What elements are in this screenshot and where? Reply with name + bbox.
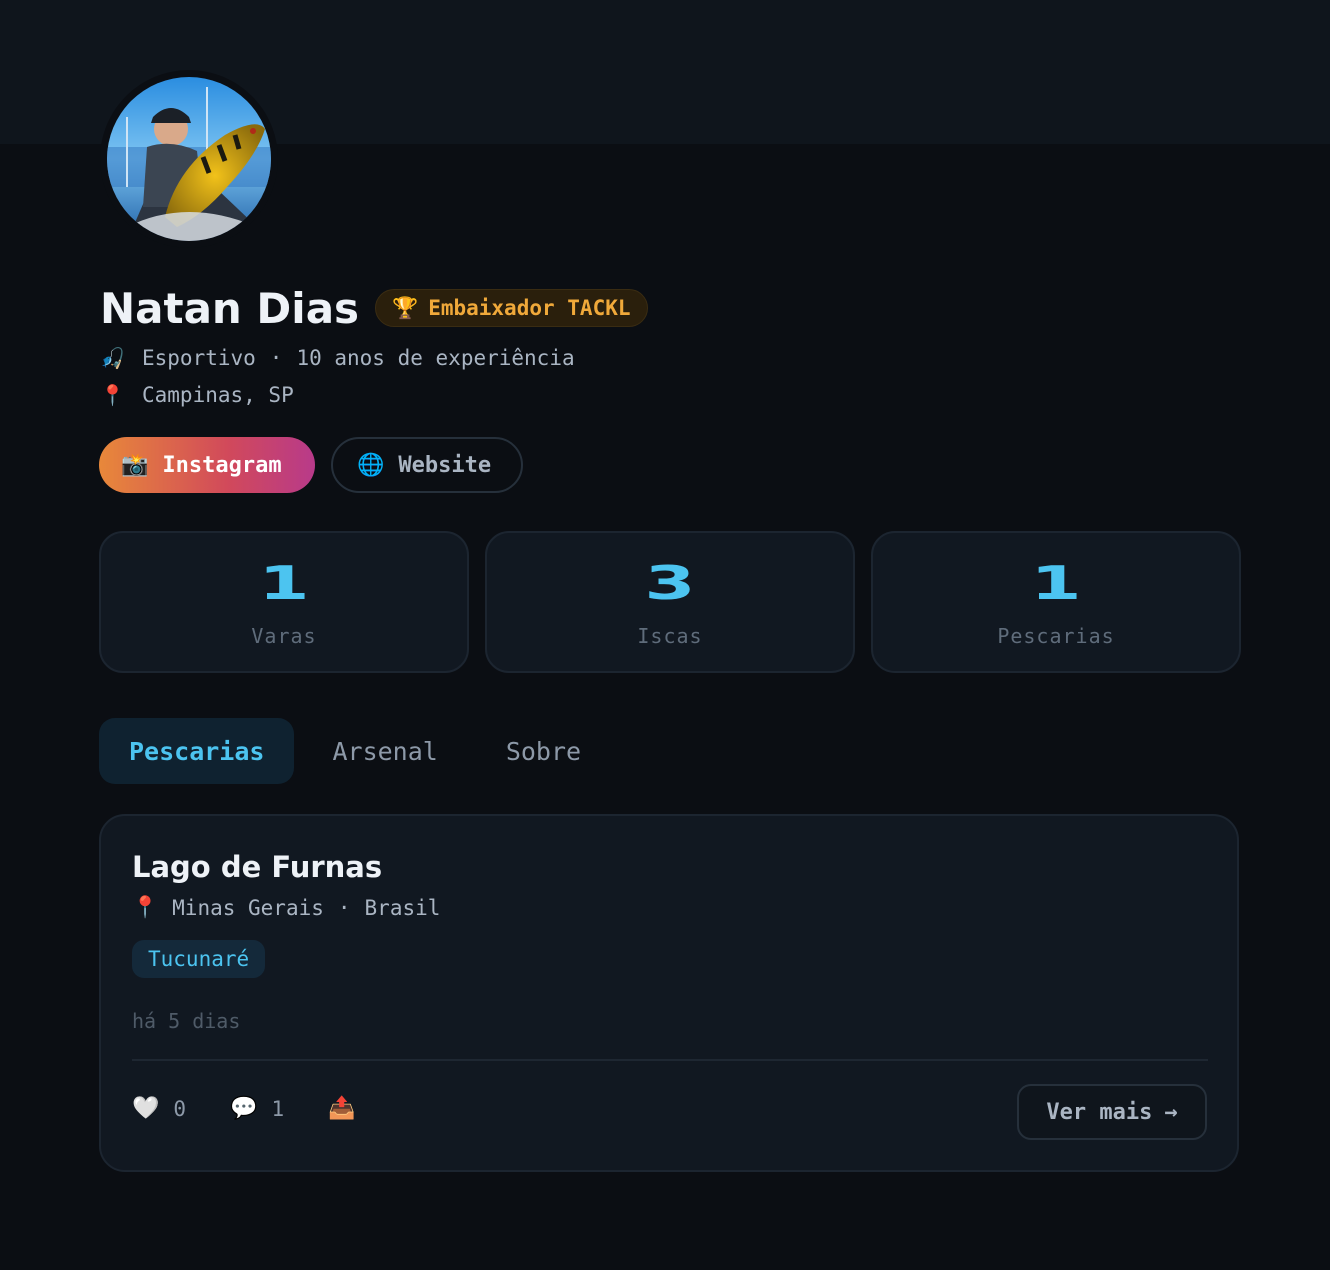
- ambassador-badge: 🏆 Embaixador TACKL: [375, 289, 648, 327]
- stats-row: 1 Varas 3 Iscas 1 Pescarias: [99, 531, 1241, 673]
- stat-label: Iscas: [637, 624, 703, 648]
- stat-card-varas[interactable]: 1 Varas: [99, 531, 469, 673]
- post-country: Brasil: [364, 895, 441, 920]
- profile-location-row: 📍 Campinas, SP: [100, 383, 294, 407]
- post-actions: 🤍 0 💬 1 📤: [132, 1096, 356, 1121]
- stat-value: 3: [644, 556, 696, 610]
- trophy-icon: 🏆: [392, 295, 419, 320]
- likes-count: 0: [173, 1096, 187, 1121]
- stat-label: Varas: [251, 624, 317, 648]
- camera-icon: 📸: [121, 452, 149, 478]
- post-region: Minas Gerais: [172, 895, 324, 920]
- website-button[interactable]: 🌐 Website: [331, 437, 523, 493]
- globe-icon: 🌐: [357, 452, 385, 478]
- profile-style-row: 🎣 Esportivo · 10 anos de experiência: [100, 346, 575, 370]
- website-label: Website: [398, 452, 492, 478]
- profile-header: Natan Dias 🏆 Embaixador TACKL: [100, 283, 648, 333]
- post-location: 📍 Minas Gerais · Brasil: [132, 895, 440, 920]
- see-more-label: Ver mais: [1046, 1099, 1153, 1125]
- meta-separator: ·: [269, 346, 283, 370]
- location-pin-icon: 📍: [100, 383, 125, 407]
- profile-style: Esportivo: [142, 346, 256, 370]
- card-divider: [132, 1059, 1208, 1061]
- fishing-pole-icon: 🎣: [100, 346, 125, 370]
- avatar[interactable]: [100, 70, 278, 248]
- stat-card-iscas[interactable]: 3 Iscas: [485, 531, 855, 673]
- share-icon[interactable]: 📤: [328, 1096, 355, 1121]
- post-title: Lago de Furnas: [132, 850, 383, 884]
- social-links: 📸 Instagram 🌐 Website: [99, 437, 523, 493]
- instagram-label: Instagram: [162, 452, 282, 478]
- comment-icon[interactable]: 💬: [230, 1096, 257, 1121]
- profile-experience: 10 anos de experiência: [296, 346, 575, 370]
- tab-sobre[interactable]: Sobre: [476, 718, 619, 784]
- arrow-right-icon: →: [1164, 1099, 1178, 1125]
- profile-location: Campinas, SP: [142, 383, 294, 407]
- fishing-post-card[interactable]: Lago de Furnas 📍 Minas Gerais · Brasil T…: [99, 814, 1239, 1172]
- profile-tabs: Pescarias Arsenal Sobre: [99, 718, 619, 784]
- profile-name: Natan Dias: [100, 283, 360, 333]
- stat-value: 1: [1030, 556, 1082, 610]
- stat-label: Pescarias: [997, 624, 1115, 648]
- badge-label: Embaixador TACKL: [428, 296, 631, 320]
- see-more-button[interactable]: Ver mais →: [1017, 1084, 1207, 1140]
- stat-card-pescarias[interactable]: 1 Pescarias: [871, 531, 1241, 673]
- heart-icon[interactable]: 🤍: [132, 1096, 159, 1121]
- tab-arsenal[interactable]: Arsenal: [302, 718, 475, 784]
- avatar-photo: [107, 77, 271, 241]
- stat-value: 1: [258, 556, 310, 610]
- comments-count: 1: [271, 1096, 285, 1121]
- location-separator: ·: [337, 895, 351, 920]
- species-tag[interactable]: Tucunaré: [132, 940, 266, 978]
- instagram-button[interactable]: 📸 Instagram: [99, 437, 315, 493]
- post-timestamp: há 5 dias: [132, 1009, 241, 1033]
- tab-pescarias[interactable]: Pescarias: [99, 718, 295, 784]
- location-pin-icon: 📍: [132, 895, 159, 919]
